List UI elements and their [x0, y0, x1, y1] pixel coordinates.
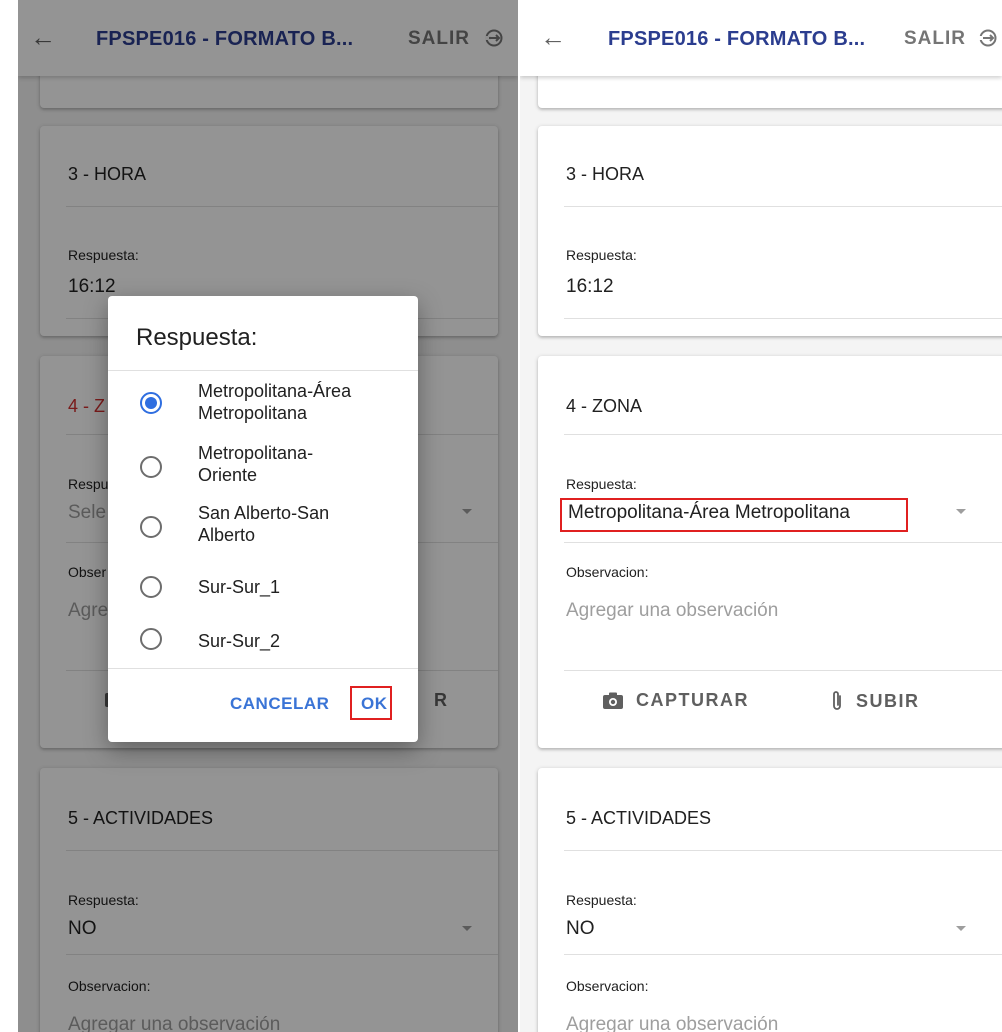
value-highlight-box — [560, 498, 908, 532]
page-title: FPSPE016 - FORMATO B... — [608, 28, 866, 50]
radio-option[interactable]: Metropolitana-Oriente — [108, 438, 418, 498]
response-label: Respuesta: — [566, 476, 637, 492]
observation-label: Observacion: — [566, 564, 649, 580]
radio-option[interactable]: Metropolitana-Área Metropolitana — [108, 374, 418, 434]
radio-option[interactable]: Sur-Sur_2 — [108, 618, 418, 678]
paperclip-icon — [833, 691, 841, 710]
back-arrow-icon[interactable]: ← — [540, 22, 566, 52]
response-select[interactable]: NO — [566, 918, 595, 940]
dialog-divider — [108, 668, 418, 669]
radio-option[interactable]: San Alberto-San Alberto — [108, 498, 418, 558]
response-label: Respuesta: — [566, 247, 637, 263]
capture-button[interactable]: CAPTURAR — [602, 690, 749, 711]
response-label: Respuesta: — [566, 892, 637, 908]
response-dialog: Respuesta: Metropolitana-Área Metropolit… — [108, 296, 418, 742]
screen-right: ← FPSPE016 - FORMATO B... SALIR 3 - HORA… — [520, 0, 1002, 1032]
dropdown-caret-icon[interactable] — [956, 509, 966, 514]
radio-unselected-icon[interactable] — [140, 516, 162, 538]
app-bar: ← FPSPE016 - FORMATO B... SALIR — [520, 0, 1002, 76]
question-card-zona: 4 - ZONA Respuesta: Metropolitana-Área M… — [538, 356, 1002, 748]
question-card-hora: 3 - HORA Respuesta: 16:12 — [538, 126, 1002, 336]
radio-option[interactable]: Sur-Sur_1 — [108, 558, 418, 618]
dialog-divider — [108, 370, 418, 371]
question-title: 3 - HORA — [566, 164, 645, 184]
response-value[interactable]: 16:12 — [566, 276, 614, 298]
option-label: Sur-Sur_1 — [198, 577, 281, 597]
screen-left: ← FPSPE016 - FORMATO B... SALIR 3 - HORA… — [18, 0, 518, 1032]
divider — [564, 206, 1002, 207]
divider — [564, 542, 1002, 543]
radio-unselected-icon[interactable] — [140, 576, 162, 598]
divider — [564, 954, 1002, 955]
option-label: San Alberto-San Alberto — [198, 503, 330, 545]
question-card-actividades: 5 - ACTIVIDADES Respuesta: NO Observacio… — [538, 768, 1002, 1032]
cancel-button[interactable]: CANCELAR — [230, 694, 329, 714]
dialog-title: Respuesta: — [136, 324, 258, 351]
question-title: 5 - ACTIVIDADES — [566, 808, 712, 828]
exit-button[interactable]: SALIR — [904, 28, 966, 50]
divider — [564, 670, 1002, 671]
logout-icon[interactable] — [978, 28, 998, 48]
capture-label: CAPTURAR — [636, 690, 749, 710]
camera-icon — [603, 692, 623, 709]
upload-button[interactable]: SUBIR — [830, 690, 920, 712]
radio-selected-icon[interactable] — [140, 392, 162, 414]
divider — [564, 318, 1002, 319]
observation-input[interactable]: Agregar una observación — [566, 1014, 778, 1032]
option-label: Metropolitana-Oriente — [198, 443, 314, 485]
observation-label: Observacion: — [566, 978, 649, 994]
observation-input[interactable]: Agregar una observación — [566, 600, 778, 622]
divider — [564, 850, 1002, 851]
upload-label: SUBIR — [856, 690, 920, 711]
ok-highlight-box — [350, 686, 392, 720]
radio-unselected-icon[interactable] — [140, 628, 162, 650]
radio-unselected-icon[interactable] — [140, 456, 162, 478]
option-label: Sur-Sur_2 — [198, 631, 281, 651]
divider — [564, 434, 1002, 435]
dropdown-caret-icon[interactable] — [956, 926, 966, 931]
option-label: Metropolitana-Área Metropolitana — [198, 381, 352, 423]
question-title: 4 - ZONA — [566, 396, 643, 416]
